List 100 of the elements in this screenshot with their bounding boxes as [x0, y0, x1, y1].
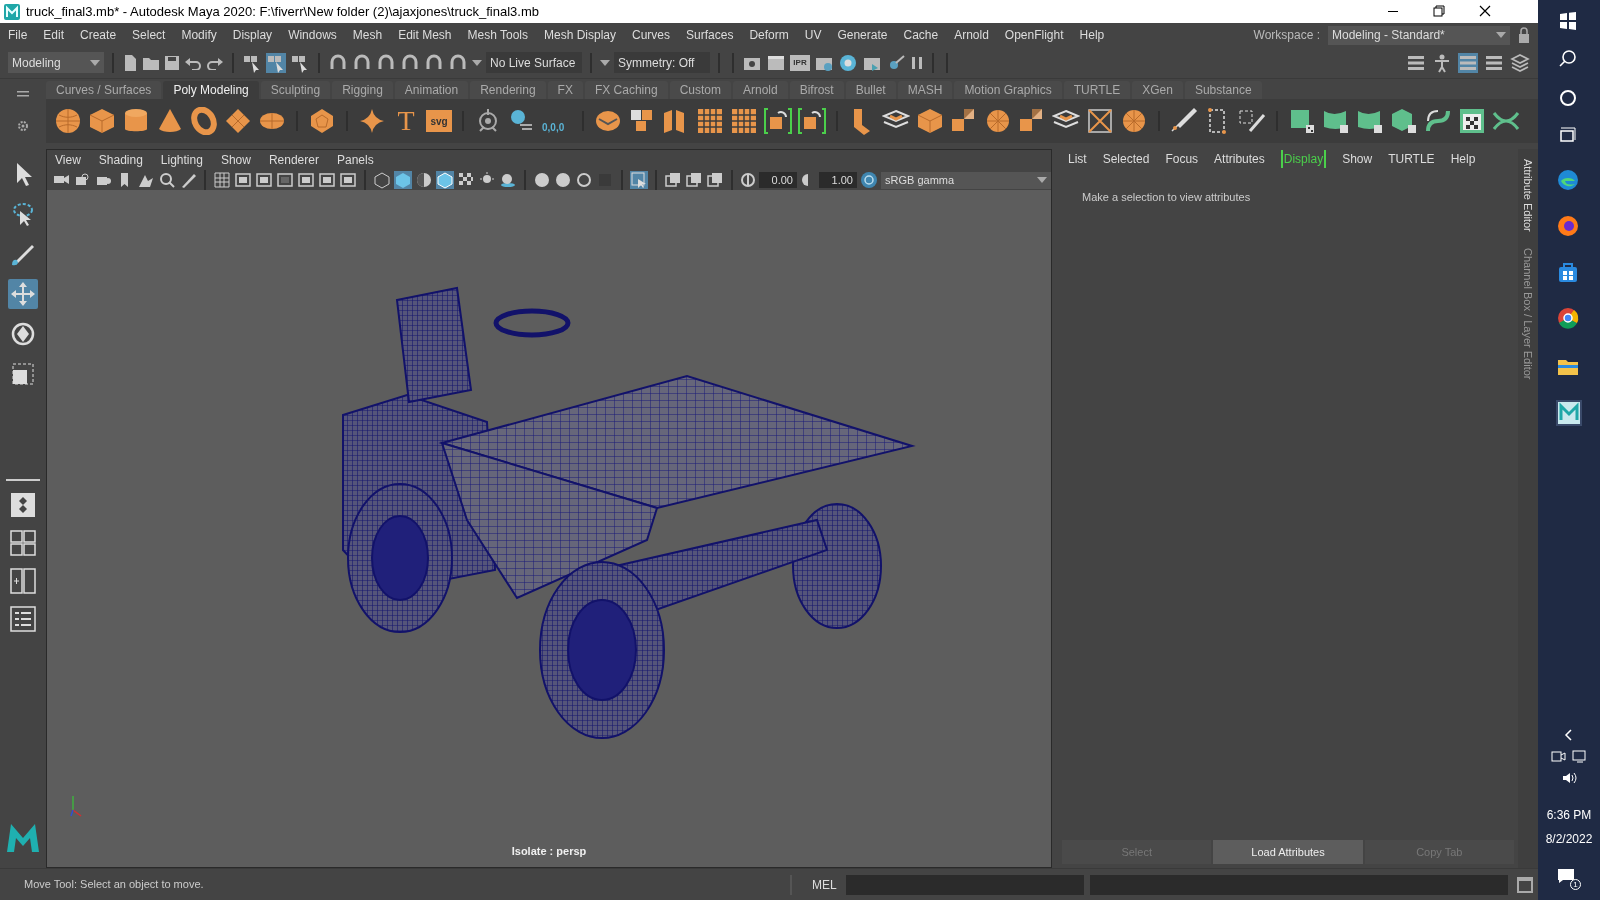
- xray-joints-icon[interactable]: [685, 171, 703, 189]
- menu-item[interactable]: UV: [796, 26, 830, 44]
- field-chart-icon[interactable]: [297, 171, 315, 189]
- menu-item[interactable]: Modify: [173, 26, 225, 44]
- film-gate-icon[interactable]: [234, 171, 252, 189]
- menu-item[interactable]: Edit Mesh: [390, 26, 460, 44]
- color-space-dropdown[interactable]: sRGB gamma: [881, 171, 1051, 189]
- single-pane-layout-icon[interactable]: [9, 491, 37, 519]
- meet-now-icon[interactable]: [1550, 748, 1566, 764]
- workspace-dropdown[interactable]: Modeling - Standard*: [1328, 25, 1510, 45]
- safe-title-icon[interactable]: [339, 171, 357, 189]
- type-tool-button[interactable]: T: [392, 107, 420, 135]
- menu-item[interactable]: Mesh Display: [536, 26, 625, 44]
- shelf-tab[interactable]: Bifrost: [789, 81, 844, 99]
- caret-icon[interactable]: [90, 59, 100, 66]
- gate-mask-icon[interactable]: [276, 171, 294, 189]
- shelf-tab[interactable]: XGen: [1132, 81, 1183, 99]
- outliner-layout-icon[interactable]: [9, 605, 37, 633]
- plane-icon[interactable]: [224, 107, 252, 135]
- panel-menu[interactable]: Panels: [336, 151, 374, 169]
- panel-menu[interactable]: Lighting: [160, 151, 203, 169]
- anti-aliasing-icon[interactable]: [575, 171, 593, 189]
- menu-item[interactable]: Deform: [741, 26, 797, 44]
- shadow-sphere-icon[interactable]: [499, 171, 517, 189]
- undo-icon[interactable]: [184, 55, 202, 70]
- shelf-tab[interactable]: Poly Modeling: [163, 81, 259, 99]
- frame-icon[interactable]: [1086, 107, 1114, 135]
- attribute-menu[interactable]: Attributes: [1214, 150, 1265, 168]
- uv-cube-icon[interactable]: [1390, 107, 1418, 135]
- caret-icon[interactable]: [1496, 32, 1506, 38]
- shelf-tab[interactable]: TURTLE: [1063, 81, 1131, 99]
- svg-tool-button[interactable]: svg: [426, 110, 452, 132]
- render-icon[interactable]: [766, 53, 786, 72]
- grid-icon[interactable]: [730, 107, 758, 135]
- shelf-tab[interactable]: Motion Graphics: [954, 81, 1062, 99]
- attribute-menu[interactable]: TURTLE: [1388, 150, 1435, 168]
- uv-window-icon[interactable]: [1458, 107, 1486, 135]
- lock-icon[interactable]: [1518, 27, 1530, 43]
- clock-date[interactable]: 8/2/2022: [1545, 830, 1593, 848]
- xray-icon[interactable]: [664, 171, 682, 189]
- resolution-gate-icon[interactable]: [255, 171, 273, 189]
- depth-of-field-icon[interactable]: [596, 171, 614, 189]
- attribute-button[interactable]: Load Attributes: [1213, 840, 1363, 864]
- panel-menu[interactable]: Show: [220, 151, 251, 169]
- cube-icon[interactable]: [88, 107, 116, 135]
- shelf-tab[interactable]: Arnold: [732, 81, 788, 99]
- menu-item[interactable]: Surfaces: [678, 26, 742, 44]
- bracket-icon[interactable]: [798, 107, 826, 135]
- ipr-render-button[interactable]: IPR: [790, 54, 810, 71]
- panel-menu[interactable]: Renderer: [268, 151, 319, 169]
- move-icon[interactable]: [8, 279, 38, 309]
- cube-icon[interactable]: [916, 107, 944, 135]
- wheel-icon[interactable]: [1120, 107, 1148, 135]
- ambient-occlusion-icon[interactable]: [533, 171, 551, 189]
- network-icon[interactable]: [1572, 748, 1588, 764]
- two-pane-layout-icon[interactable]: [9, 567, 37, 595]
- two-d-pan-icon[interactable]: [158, 171, 176, 189]
- notification-icon[interactable]: [1557, 868, 1575, 884]
- seed-tool-button[interactable]: 0,0,0: [542, 107, 572, 135]
- shelf-tab[interactable]: MASH: [897, 81, 953, 99]
- clock-time[interactable]: 6:36 PM: [1546, 806, 1592, 824]
- new-file-icon[interactable]: [122, 53, 138, 72]
- menu-icon[interactable]: [17, 90, 29, 98]
- shelf-tab[interactable]: Custom: [669, 81, 731, 99]
- menu-item[interactable]: Edit: [35, 26, 73, 44]
- layers-icon[interactable]: [1510, 52, 1530, 73]
- caret-icon[interactable]: [1037, 177, 1047, 183]
- symmetry-dropdown[interactable]: Symmetry: Off: [614, 52, 710, 73]
- menu-item[interactable]: Select: [124, 26, 174, 44]
- menu-item[interactable]: Cache: [895, 26, 947, 44]
- four-pane-layout-icon[interactable]: [9, 529, 37, 557]
- attribute-menu[interactable]: Focus: [1165, 150, 1199, 168]
- caret-icon[interactable]: [600, 59, 610, 66]
- cone-icon[interactable]: [156, 107, 184, 135]
- attribute-editor-icon[interactable]: [1458, 52, 1478, 73]
- menu-item[interactable]: Curves: [624, 26, 679, 44]
- shelf-tab[interactable]: FX Caching: [584, 81, 668, 99]
- menu-item[interactable]: Display: [224, 26, 281, 44]
- menu-item[interactable]: Help: [1071, 26, 1113, 44]
- isolate-select-icon[interactable]: [630, 171, 648, 189]
- shelf-tab[interactable]: Bullet: [845, 81, 896, 99]
- save-icon[interactable]: [164, 54, 180, 71]
- bracket-icon[interactable]: [764, 107, 792, 135]
- command-input-field[interactable]: [846, 874, 1084, 895]
- shelf-tab[interactable]: FX: [547, 81, 583, 99]
- pen-icon[interactable]: [1238, 107, 1266, 135]
- pause-icon[interactable]: [910, 54, 924, 71]
- polyhedron-icon[interactable]: [308, 107, 336, 135]
- menu-set-dropdown[interactable]: Modeling: [8, 52, 104, 73]
- attribute-menu[interactable]: Selected: [1102, 150, 1150, 168]
- wireframe-cube-icon[interactable]: [373, 171, 391, 189]
- attribute-menu[interactable]: List: [1068, 150, 1087, 168]
- shelf-tab[interactable]: Sculpting: [260, 81, 331, 99]
- menu-item[interactable]: Arnold: [946, 26, 997, 44]
- caret-icon[interactable]: [472, 59, 482, 66]
- color-management-icon[interactable]: [860, 171, 878, 189]
- volume-icon[interactable]: [1561, 770, 1577, 786]
- panel-menu[interactable]: View: [55, 151, 81, 169]
- xray-components-icon[interactable]: [706, 171, 724, 189]
- uv-square-icon[interactable]: [1288, 107, 1316, 135]
